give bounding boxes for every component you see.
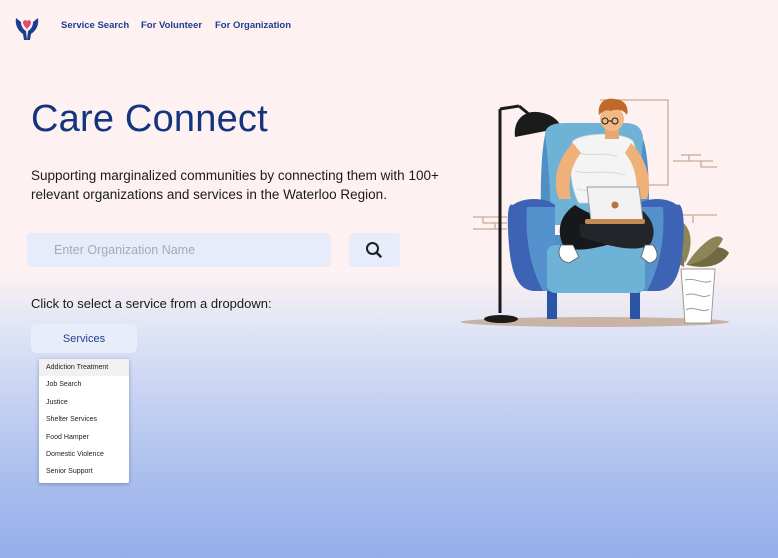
nav-service-search[interactable]: Service Search <box>61 20 129 31</box>
top-nav: Service Search For Volunteer For Organiz… <box>0 0 778 50</box>
dropdown-item-addiction-treatment[interactable]: Addiction Treatment <box>39 359 129 377</box>
services-dropdown-menu: Addiction Treatment Job Search Justice S… <box>39 359 129 483</box>
dropdown-item-food-hamper[interactable]: Food Hamper <box>39 429 129 446</box>
dropdown-item-shelter-services[interactable]: Shelter Services <box>39 411 129 428</box>
dropdown-item-justice[interactable]: Justice <box>39 394 129 411</box>
service-prompt: Click to select a service from a dropdow… <box>31 296 272 311</box>
dropdown-item-job-search[interactable]: Job Search <box>39 376 129 393</box>
hands-heart-icon[interactable] <box>14 12 40 40</box>
dropdown-item-domestic-violence[interactable]: Domestic Violence <box>39 446 129 463</box>
nav-for-volunteer[interactable]: For Volunteer <box>141 20 202 31</box>
person-on-armchair-with-laptop-illustration <box>461 98 729 327</box>
services-dropdown-button[interactable]: Services <box>31 324 137 353</box>
page-title: Care Connect <box>31 98 268 140</box>
dropdown-item-senior-support[interactable]: Senior Support <box>39 463 129 480</box>
nav-for-organization[interactable]: For Organization <box>215 20 291 31</box>
search-icon <box>366 242 382 258</box>
organization-search-input[interactable] <box>27 233 331 267</box>
hero-subtitle: Supporting marginalized communities by c… <box>31 168 439 202</box>
search-button[interactable] <box>349 233 400 267</box>
